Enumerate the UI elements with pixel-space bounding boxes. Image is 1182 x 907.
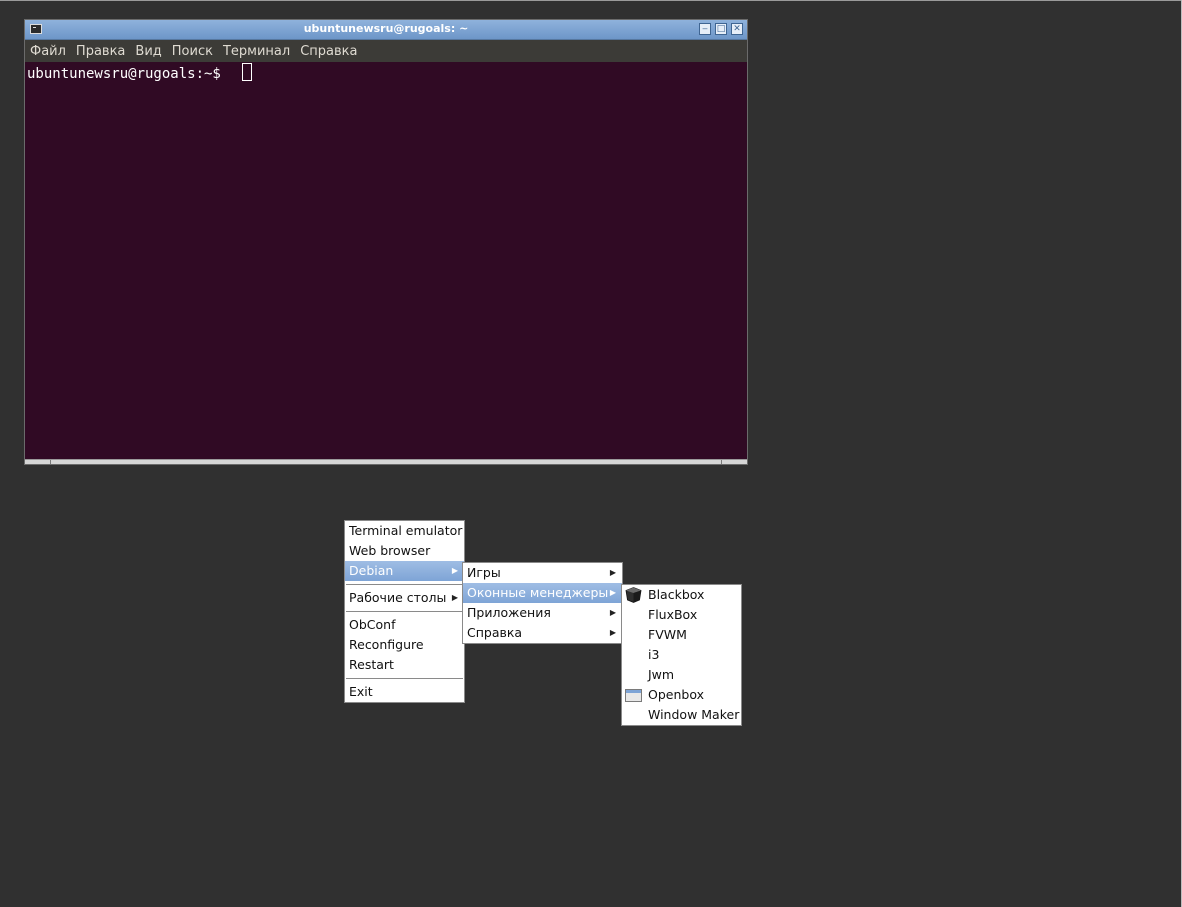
menu-item-label: Exit (349, 684, 373, 699)
menu-item-label: Оконные менеджеры (467, 585, 609, 600)
submenu-arrow-icon: ▶ (609, 628, 616, 637)
resize-grip-left[interactable] (50, 460, 51, 464)
menu-view[interactable]: Вид (130, 41, 166, 59)
menu-separator (345, 581, 464, 588)
menu-item-fluxbox[interactable]: FluxBox (622, 605, 741, 625)
menu-item-exit[interactable]: Exit (345, 682, 464, 702)
menu-item-openbox[interactable]: Openbox (622, 685, 741, 705)
menu-item-applications[interactable]: Приложения ▶ (463, 603, 622, 623)
menu-item-label: Restart (349, 657, 394, 672)
menu-item-web-browser[interactable]: Web browser (345, 541, 464, 561)
desktop[interactable]: ubuntunewsru@rugoals: ~ ‒ □ ✕ Файл Правка… (0, 0, 1182, 907)
menu-item-blackbox[interactable]: Blackbox (622, 585, 741, 605)
menu-edit[interactable]: Правка (71, 41, 130, 59)
menu-item-desktops[interactable]: Рабочие столы ▶ (345, 588, 464, 608)
close-icon[interactable]: ✕ (731, 23, 743, 35)
terminal-menubar: Файл Правка Вид Поиск Терминал Справка (25, 40, 747, 62)
menu-item-help[interactable]: Справка ▶ (463, 623, 622, 643)
terminal-window[interactable]: ubuntunewsru@rugoals: ~ ‒ □ ✕ Файл Правка… (24, 19, 748, 465)
menu-item-label: Справка (467, 625, 523, 640)
menu-item-i3[interactable]: i3 (622, 645, 741, 665)
menu-terminal[interactable]: Терминал (218, 41, 295, 59)
submenu-arrow-icon: ▶ (609, 608, 616, 617)
menu-item-label: Terminal emulator (349, 523, 463, 538)
menu-item-terminal-emulator[interactable]: Terminal emulator (345, 521, 464, 541)
menu-item-jwm[interactable]: Jwm (622, 665, 741, 685)
menu-item-label: Openbox (648, 687, 704, 702)
terminal-output[interactable]: ubuntunewsru@rugoals:~$ (25, 62, 747, 460)
menu-item-label: FluxBox (648, 607, 698, 622)
text-cursor (242, 63, 252, 81)
menu-item-label: Jwm (648, 667, 675, 682)
shell-prompt: ubuntunewsru@rugoals:~$ (27, 66, 230, 82)
menu-search[interactable]: Поиск (167, 41, 218, 59)
menu-item-label: Debian (349, 563, 394, 578)
menu-item-label: Blackbox (648, 587, 705, 602)
blackbox-icon (625, 587, 642, 603)
menu-item-reconfigure[interactable]: Reconfigure (345, 635, 464, 655)
menu-item-label: FVWM (648, 627, 687, 642)
submenu-arrow-icon: ▶ (609, 588, 616, 597)
submenu-arrow-icon: ▶ (451, 566, 458, 575)
resize-grip-right[interactable] (721, 460, 722, 464)
screen-top-edge (0, 0, 1182, 1)
menu-item-window-managers[interactable]: Оконные менеджеры ▶ (463, 583, 622, 603)
menu-item-debian[interactable]: Debian ▶ (345, 561, 464, 581)
root-menu: Terminal emulator Web browser Debian ▶ Ра… (344, 520, 465, 703)
menu-separator (345, 675, 464, 682)
minimize-icon[interactable]: ‒ (699, 23, 711, 35)
menu-item-label: Рабочие столы (349, 590, 447, 605)
menu-item-games[interactable]: Игры ▶ (463, 563, 622, 583)
menu-separator (345, 608, 464, 615)
window-titlebar[interactable]: ubuntunewsru@rugoals: ~ ‒ □ ✕ (25, 20, 747, 40)
maximize-icon[interactable]: □ (715, 23, 727, 35)
window-title: ubuntunewsru@rugoals: ~ (303, 22, 469, 35)
menu-item-label: Игры (467, 565, 501, 580)
window-managers-submenu: Blackbox FluxBox FVWM i3 Jwm Openbox Win… (621, 584, 742, 726)
menu-item-label: ObConf (349, 617, 396, 632)
window-bottom-frame[interactable] (25, 459, 747, 464)
menu-item-label: i3 (648, 647, 660, 662)
menu-item-restart[interactable]: Restart (345, 655, 464, 675)
submenu-arrow-icon: ▶ (609, 568, 616, 577)
menu-file[interactable]: Файл (25, 41, 71, 59)
menu-item-label: Reconfigure (349, 637, 424, 652)
menu-help[interactable]: Справка (295, 41, 362, 59)
menu-item-window-maker[interactable]: Window Maker (622, 705, 741, 725)
openbox-icon (625, 689, 642, 702)
debian-submenu: Игры ▶ Оконные менеджеры ▶ Приложения ▶ Спр… (462, 562, 623, 644)
submenu-arrow-icon: ▶ (451, 593, 458, 602)
menu-item-fvwm[interactable]: FVWM (622, 625, 741, 645)
menu-item-label: Web browser (349, 543, 431, 558)
menu-item-obconf[interactable]: ObConf (345, 615, 464, 635)
menu-item-label: Window Maker (648, 707, 740, 722)
menu-item-label: Приложения (467, 605, 551, 620)
